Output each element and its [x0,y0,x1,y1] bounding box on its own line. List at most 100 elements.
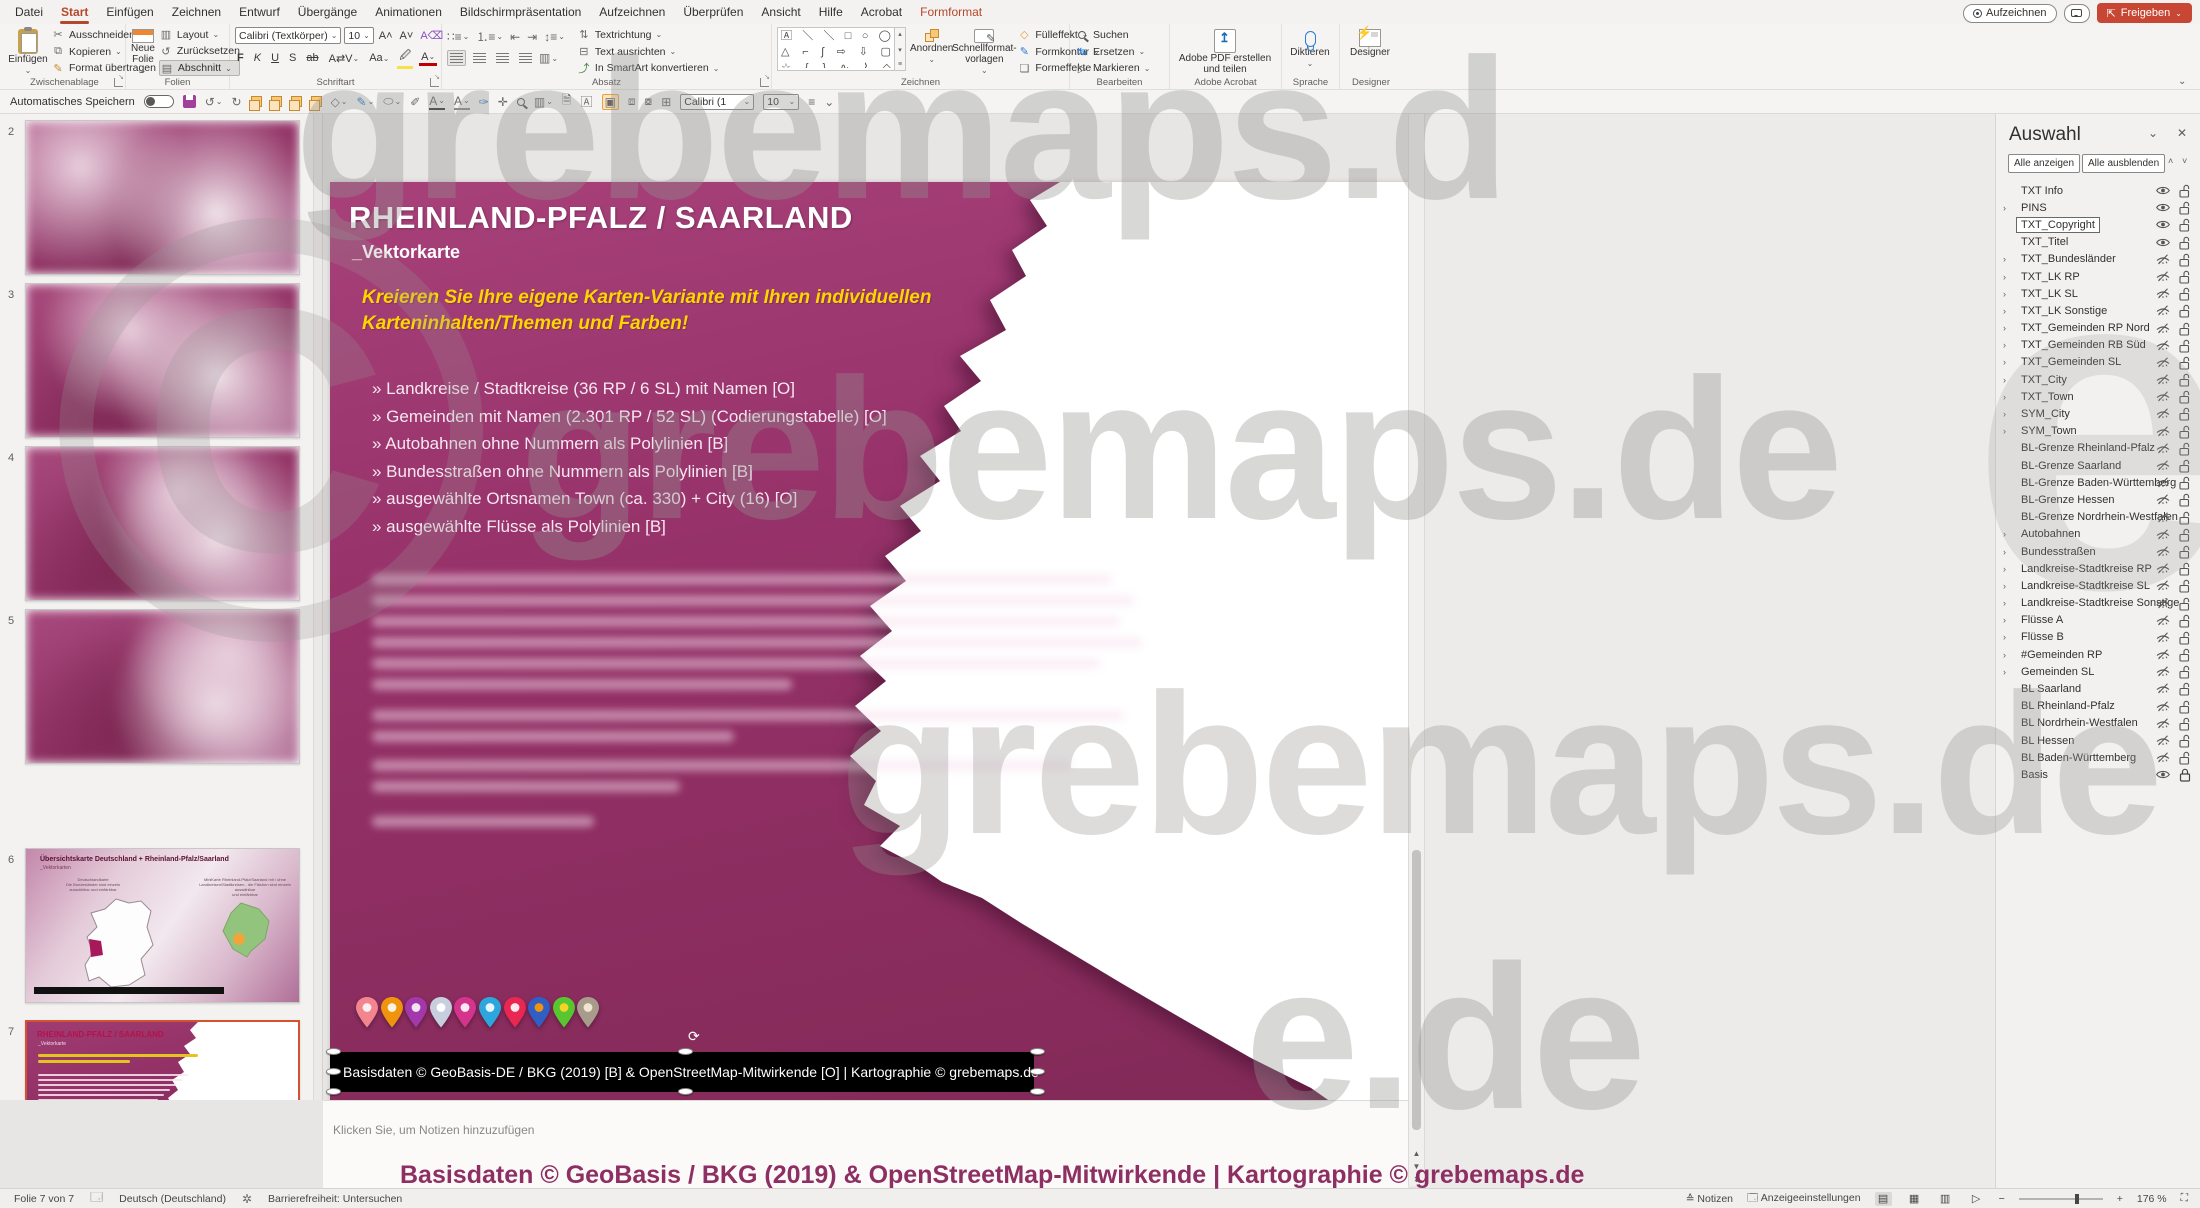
layer-item-sym-city[interactable]: ›SYM_City [1996,405,2200,422]
quick-styles-button[interactable]: Schnellformat-vorlagen⌄ [957,27,1011,76]
visibility-off-icon[interactable] [2156,752,2170,766]
zoom-out-button[interactable]: − [1999,1193,2005,1205]
previous-slide-button[interactable]: ▲ [1413,1149,1421,1158]
layer-item-txt-bundesl-nder[interactable]: ›TXT_Bundesländer [1996,251,2200,268]
selection-handle-top-right[interactable] [1030,1048,1045,1055]
visibility-on-icon[interactable] [2156,237,2170,251]
visibility-off-icon[interactable] [2156,323,2170,337]
font-dialog-launcher[interactable] [430,78,439,87]
menu-tab-start[interactable]: Start [52,1,97,24]
expand-chevron-icon[interactable]: › [2003,254,2006,264]
menu-tab-bildschirmpräsentation[interactable]: Bildschirmpräsentation [451,1,590,24]
visibility-off-icon[interactable] [2156,632,2170,646]
visibility-off-icon[interactable] [2156,271,2170,285]
align-left-button[interactable] [447,50,466,66]
expand-chevron-icon[interactable]: › [2003,357,2006,367]
qat-anchor-icon[interactable]: ✛ [498,95,508,109]
qat-ungroup-icon[interactable]: ⧇ [645,94,653,109]
select-button[interactable]: ▷Markieren⌄ [1075,60,1150,76]
visibility-off-icon[interactable] [2156,494,2170,508]
layer-item-txt-gemeinden-rp-nord[interactable]: ›TXT_Gemeinden RP Nord [1996,320,2200,337]
layer-item-bl-rheinland-pfalz[interactable]: BL Rheinland-Pfalz [1996,698,2200,715]
slide-title[interactable]: RHEINLAND-PFALZ / SAARLAND [349,200,853,236]
qat-fontcolor-icon[interactable]: A⌄ [429,94,445,110]
pane-close-icon[interactable]: ✕ [2177,126,2187,140]
highlight-color-button[interactable]: 🖉 [397,47,413,69]
menu-tab-einfügen[interactable]: Einfügen [97,1,162,24]
qat-textbox-icon[interactable]: 🄰 [581,93,593,110]
expand-chevron-icon[interactable]: › [2003,323,2006,333]
underline-button[interactable]: U [269,52,281,64]
layout-button[interactable]: ▥Layout⌄ [159,27,240,43]
layer-item-bl-grenze-baden-w-rttemberg[interactable]: BL-Grenze Baden-Württemberg [1996,474,2200,491]
layer-item-basis[interactable]: Basis [1996,766,2200,783]
menu-tab-animationen[interactable]: Animationen [366,1,451,24]
qat-group-icon[interactable]: ⧈ [628,94,636,109]
align-right-button[interactable] [493,50,512,66]
normal-view-button[interactable]: ▤ [1875,1192,1892,1206]
selection-handle-top-left[interactable] [326,1048,341,1055]
expand-chevron-icon[interactable]: › [2003,340,2006,350]
layer-item-txt-info[interactable]: TXT Info [1996,182,2200,199]
fit-to-window-icon[interactable]: ⛶ [2181,1192,2188,1205]
layer-item-bl-grenze-saarland[interactable]: BL-Grenze Saarland [1996,457,2200,474]
selection-handle-mid-right[interactable] [1030,1068,1045,1075]
line-spacing-button[interactable]: ↕≡⌄ [544,30,565,44]
map-pins-row[interactable] [356,997,599,1033]
menu-tab-überprüfen[interactable]: Überprüfen [674,1,752,24]
layer-item-sym-town[interactable]: ›SYM_Town [1996,423,2200,440]
visibility-on-icon[interactable] [2156,769,2170,783]
arrange-button[interactable]: Anordnen⌄ [910,27,953,76]
pin-taupe[interactable] [577,997,599,1033]
record-button[interactable]: Aufzeichnen [1963,4,2057,23]
decrease-font-button[interactable]: A˅ [398,27,416,44]
strikethrough-button[interactable]: ab [304,52,320,64]
find-button[interactable]: Suchen [1075,27,1150,43]
visibility-off-icon[interactable] [2156,477,2170,491]
display-settings-button[interactable]: 🗔 Anzeigeeinstellungen [1747,1190,1861,1208]
slide-thumbnail-2[interactable] [25,120,300,275]
visibility-off-icon[interactable] [2156,374,2170,388]
visibility-on-icon[interactable] [2156,219,2170,233]
visibility-off-icon[interactable] [2156,529,2170,543]
clipboard-dialog-launcher[interactable] [114,78,123,87]
layer-item-autobahnen[interactable]: ›Autobahnen [1996,526,2200,543]
pin-magenta[interactable] [454,997,476,1033]
pin-silver[interactable] [430,997,452,1033]
slide-thumbnail-7-current[interactable]: RHEINLAND-PFALZ / SAARLAND_Vektorkarte [25,1020,300,1100]
zoom-slider-knob[interactable] [2075,1194,2079,1204]
designer-button[interactable]: Designer [1345,27,1395,76]
visibility-off-icon[interactable] [2156,460,2170,474]
selection-handle-bottom-left[interactable] [326,1088,341,1095]
visibility-off-icon[interactable] [2156,546,2170,560]
justify-button[interactable] [516,50,535,66]
menu-tab-datei[interactable]: Datei [6,1,52,24]
accessibility-check[interactable]: Barrierefreiheit: Untersuchen [268,1193,402,1205]
visibility-off-icon[interactable] [2156,340,2170,354]
pin-green[interactable] [553,997,575,1033]
visibility-off-icon[interactable] [2156,254,2170,268]
pin-orange[interactable] [381,997,403,1033]
layer-item-landkreise-stadtkreise-sl[interactable]: ›Landkreise-Stadtkreise SL [1996,577,2200,594]
menu-tab-hilfe[interactable]: Hilfe [810,1,852,24]
slide-thumbnail-4[interactable] [25,446,300,601]
zoom-slider[interactable] [2019,1198,2103,1200]
visibility-off-icon[interactable] [2156,305,2170,319]
visibility-off-icon[interactable] [2156,512,2170,526]
layer-item-txt-titel[interactable]: TXT_Titel [1996,234,2200,251]
expand-chevron-icon[interactable]: › [2003,598,2006,608]
menu-tab-acrobat[interactable]: Acrobat [852,1,911,24]
hide-all-button[interactable]: Alle ausblenden [2082,154,2165,173]
expand-chevron-icon[interactable]: › [2003,581,2006,591]
zoom-level[interactable]: 176 % [2137,1193,2167,1205]
move-down-button[interactable]: ˅ [2182,156,2187,166]
pane-chevron-icon[interactable]: ⌄ [2148,126,2158,140]
slide-editing-surface[interactable]: RHEINLAND-PFALZ / SAARLAND _Vektorkarte … [330,182,1408,1100]
shadow-button[interactable]: S [287,52,298,64]
expand-chevron-icon[interactable]: › [2003,203,2006,213]
expand-chevron-icon[interactable]: › [2003,547,2006,557]
layer-item--gemeinden-rp[interactable]: ›#Gemeinden RP [1996,646,2200,663]
expand-chevron-icon[interactable]: › [2003,650,2006,660]
layer-item-bl-grenze-rheinland-pfalz[interactable]: BL-Grenze Rheinland-Pfalz [1996,440,2200,457]
display-icon[interactable]: 🗔 [90,1188,103,1208]
